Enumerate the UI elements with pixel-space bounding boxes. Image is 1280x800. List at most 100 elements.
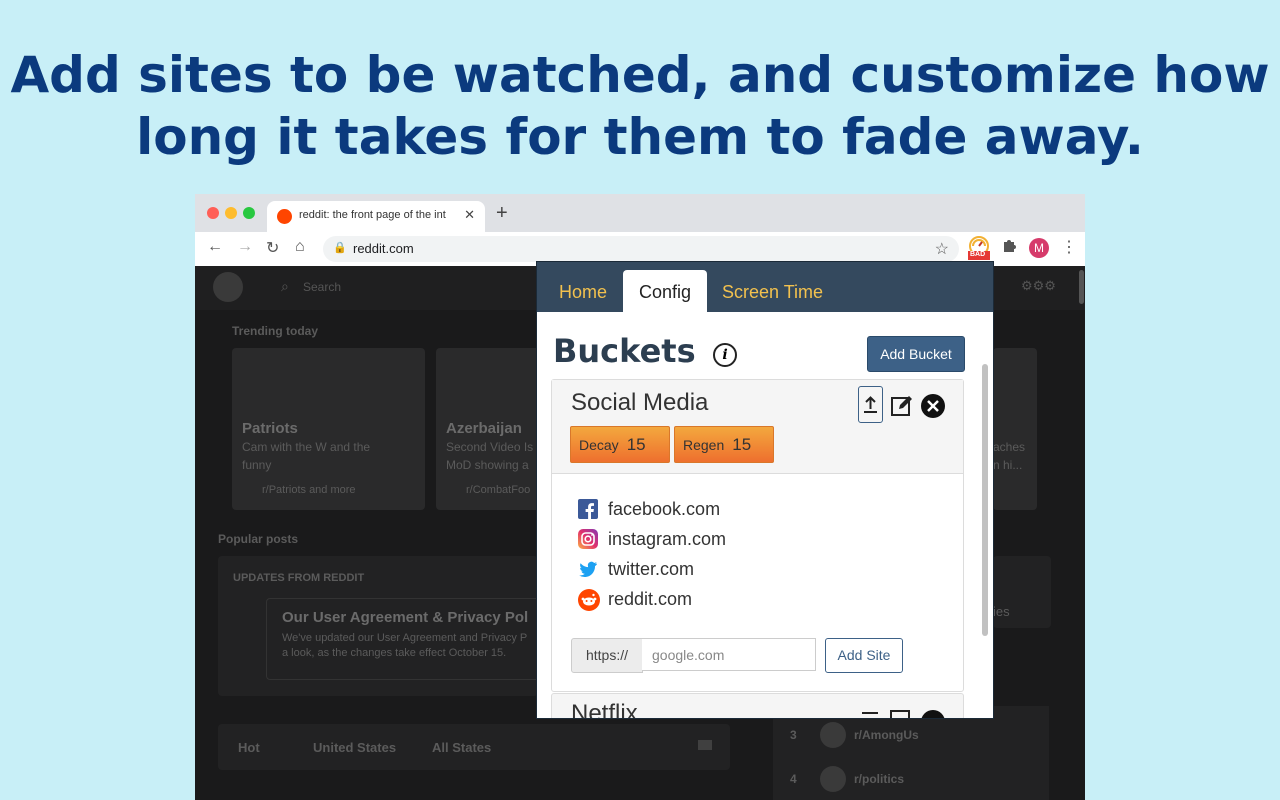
- agreement-title: Our User Agreement & Privacy Pol: [282, 609, 529, 626]
- popup-scrollbar[interactable]: [982, 364, 988, 636]
- reload-icon[interactable]: ↻: [266, 238, 279, 258]
- trending-card-desc: n hi...: [993, 458, 1023, 472]
- trending-card-desc: aches: [993, 440, 1026, 454]
- popup-tab-bar: Home Config Screen Time: [537, 262, 993, 312]
- updates-label: UPDATES FROM REDDIT: [233, 572, 365, 584]
- add-site-button[interactable]: Add Site: [825, 638, 903, 673]
- community-name: r/politics: [854, 772, 905, 786]
- site-label: instagram.com: [608, 529, 727, 549]
- site-label: facebook.com: [608, 499, 721, 519]
- twitter-icon: [578, 559, 598, 579]
- decay-badge[interactable]: Decay 15: [570, 426, 670, 463]
- trending-label: Trending today: [232, 324, 319, 338]
- community-list: 3 r/AmongUs 4 r/politics: [773, 706, 1049, 800]
- decay-label: Decay: [579, 437, 619, 453]
- updates-card[interactable]: UPDATES FROM REDDIT Our User Agreement &…: [218, 556, 538, 696]
- search-icon: ⌕: [281, 278, 289, 294]
- tab-config[interactable]: Config: [623, 270, 707, 312]
- extension-popup: Home Config Screen Time Buckets i Add Bu…: [536, 261, 994, 719]
- popular-posts-label: Popular posts: [218, 532, 299, 546]
- regen-label: Regen: [683, 437, 725, 453]
- edit-icon: [891, 396, 912, 416]
- headline-line-1: Add sites to be watched, and customize h…: [10, 46, 1270, 104]
- profile-avatar[interactable]: M: [1029, 238, 1049, 258]
- community-rank: 3: [790, 728, 797, 742]
- minimize-window-button[interactable]: [225, 207, 237, 219]
- new-tab-button[interactable]: +: [496, 202, 508, 225]
- trending-card-desc: MoD showing a: [446, 458, 529, 472]
- facebook-icon: [578, 499, 598, 519]
- community-avatar: [820, 722, 846, 748]
- community-rank: 4: [790, 772, 797, 786]
- address-bar[interactable]: 🔒 reddit.com ☆: [323, 236, 959, 262]
- edit-bucket-button[interactable]: [890, 394, 914, 423]
- layout-icon[interactable]: [698, 740, 712, 750]
- reddit-search-input[interactable]: Search: [303, 280, 341, 294]
- reddit-favicon-icon: [277, 209, 292, 224]
- extensions-puzzle-icon[interactable]: [1001, 237, 1017, 258]
- lock-icon: 🔒: [333, 242, 347, 254]
- side-card: ies: [993, 556, 1051, 628]
- filter-country[interactable]: United States: [313, 740, 396, 755]
- extension-gauge-icon[interactable]: BAD: [967, 235, 991, 261]
- delete-bucket-button[interactable]: [921, 394, 945, 423]
- bucket-name: Netflix: [571, 700, 638, 719]
- back-icon[interactable]: ←: [207, 238, 223, 256]
- page-scrollbar[interactable]: [1079, 270, 1084, 304]
- edit-icon[interactable]: [890, 710, 910, 718]
- side-card-text: ies: [993, 604, 1010, 619]
- decay-value: 15: [626, 435, 646, 454]
- trending-card-desc: Second Video Is: [446, 440, 534, 454]
- trending-card-4[interactable]: aches n hi...: [993, 348, 1037, 510]
- browser-tab[interactable]: reddit: the front page of the int ✕: [267, 201, 485, 232]
- add-bucket-button[interactable]: Add Bucket: [867, 336, 965, 372]
- forward-icon[interactable]: →: [237, 238, 253, 256]
- maximize-window-button[interactable]: [243, 207, 255, 219]
- headline: Add sites to be watched, and customize h…: [0, 44, 1280, 168]
- regen-badge[interactable]: Regen 15: [674, 426, 774, 463]
- upload-icon: [864, 396, 877, 413]
- headline-line-2: long it takes for them to fade away.: [136, 108, 1144, 166]
- upload-icon[interactable]: [862, 712, 878, 714]
- bucket-name: Social Media: [571, 389, 709, 416]
- site-label: twitter.com: [608, 559, 695, 579]
- regen-value: 15: [732, 435, 752, 454]
- extension-badge: BAD: [970, 251, 986, 258]
- info-icon[interactable]: i: [713, 343, 737, 367]
- instagram-icon: [578, 529, 598, 549]
- agreement-text: We've updated our User Agreement and Pri…: [282, 632, 528, 644]
- bookmark-star-icon[interactable]: ☆: [935, 239, 949, 259]
- buckets-title: Buckets: [553, 332, 696, 370]
- site-label: reddit.com: [608, 589, 693, 609]
- trending-card-desc: funny: [242, 458, 272, 472]
- browser-menu-icon[interactable]: ⋮: [1061, 237, 1077, 257]
- close-window-button[interactable]: [207, 207, 219, 219]
- sort-bar: Hot United States All States: [218, 724, 730, 770]
- trending-card-1[interactable]: Patriots Cam with the W and the funny r/…: [232, 348, 425, 510]
- header-icons[interactable]: ⚙⚙⚙: [1021, 278, 1056, 294]
- filter-state[interactable]: All States: [432, 740, 491, 755]
- close-circle-icon: [921, 394, 945, 418]
- site-input[interactable]: google.com: [642, 638, 816, 671]
- tab-screen-time[interactable]: Screen Time: [722, 270, 823, 312]
- trending-card-title: Azerbaijan: [446, 420, 522, 437]
- reddit-logo-icon[interactable]: [213, 272, 243, 302]
- filter-hot[interactable]: Hot: [238, 740, 260, 755]
- community-avatar: [820, 766, 846, 792]
- community-name: r/AmongUs: [854, 728, 919, 742]
- bucket-card: Netflix: [551, 693, 964, 719]
- close-circle-icon[interactable]: [921, 710, 945, 718]
- agreement-text: a look, as the changes take effect Octob…: [282, 647, 507, 659]
- reddit-icon: [578, 589, 600, 611]
- url-prefix: https://: [571, 638, 643, 673]
- tab-title: reddit: the front page of the int: [299, 209, 446, 221]
- export-button[interactable]: [858, 386, 883, 423]
- close-tab-icon[interactable]: ✕: [464, 207, 475, 223]
- trending-card-subreddit: r/CombatFoo: [466, 484, 531, 496]
- tab-home[interactable]: Home: [559, 270, 607, 312]
- trending-card-subreddit: r/Patriots and more: [262, 484, 356, 496]
- trending-card-2[interactable]: Azerbaijan Second Video Is MoD showing a…: [436, 348, 546, 510]
- popup-body: Buckets i Add Bucket Social Media Decay 1…: [537, 312, 993, 718]
- home-icon[interactable]: ⌂: [295, 238, 305, 256]
- trending-card-desc: Cam with the W and the: [242, 440, 371, 454]
